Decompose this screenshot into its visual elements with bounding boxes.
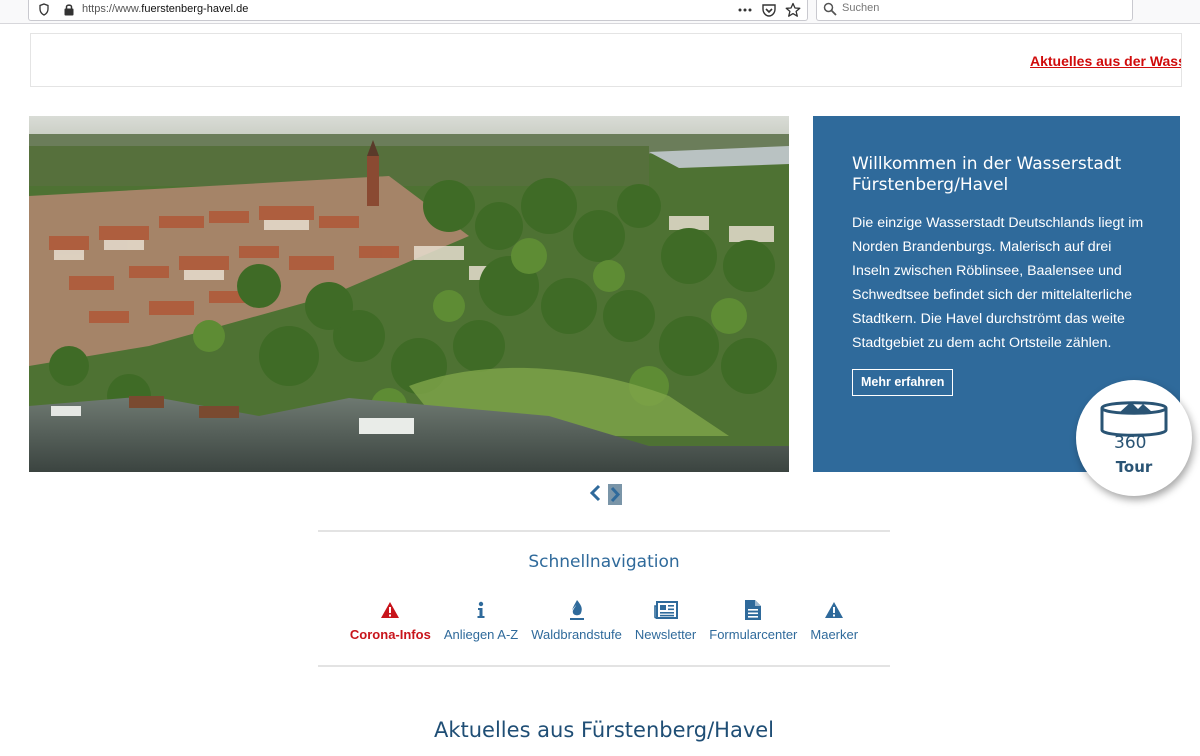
news-ticker: Aktuelles aus der Wasse — [30, 33, 1182, 87]
welcome-title: Willkommen in der Wasserstadt Fürstenber… — [852, 154, 1122, 195]
quicknav: Corona-Infos Anliegen A-Z Waldbrandstufe… — [318, 598, 890, 642]
address-bar[interactable]: https://www.fuerstenberg-havel.de — [28, 0, 808, 21]
quicknav-label: Anliegen A-Z — [443, 627, 519, 642]
url-prefix: https://www. — [82, 3, 142, 15]
ticker-link[interactable]: Aktuelles aus der Wasse — [1030, 53, 1181, 69]
slider-next-button[interactable] — [608, 484, 622, 505]
quicknav-label: Formularcenter — [709, 627, 798, 642]
chevron-right-icon — [610, 486, 621, 503]
divider-top — [318, 530, 890, 532]
browser-toolbar: https://www.fuerstenberg-havel.de — [0, 0, 1200, 24]
url-actions — [737, 1, 801, 19]
quicknav-title: Schnellnavigation — [528, 552, 680, 572]
quicknav-label: Newsletter — [634, 627, 697, 642]
quicknav-item-newsletter[interactable]: Newsletter — [635, 598, 696, 642]
shield-icon[interactable] — [39, 3, 49, 16]
quicknav-label: Corona-Infos — [349, 627, 431, 642]
info-icon — [477, 601, 485, 618]
more-info-button[interactable]: Mehr erfahren — [852, 369, 954, 396]
warning-icon — [381, 602, 400, 618]
quicknav-label: Waldbrandstufe — [531, 627, 622, 642]
tour-label: Tour — [1115, 458, 1153, 476]
newspaper-icon — [653, 601, 678, 619]
pocket-icon[interactable] — [761, 2, 777, 18]
quicknav-item-corona[interactable]: Corona-Infos — [350, 598, 431, 642]
bookmark-star-icon[interactable] — [785, 2, 801, 18]
quicknav-item-maerker[interactable]: Maerker — [810, 598, 858, 642]
quicknav-item-anliegen[interactable]: Anliegen A-Z — [444, 598, 518, 642]
document-icon — [745, 600, 762, 620]
welcome-text: Die einzige Wasserstadt Deutschlands lie… — [852, 215, 1144, 351]
quicknav-item-formularcenter[interactable]: Formularcenter — [709, 598, 797, 642]
search-icon — [823, 2, 837, 16]
lock-icon[interactable] — [63, 3, 75, 16]
quicknav-item-waldbrand[interactable]: Waldbrandstufe — [531, 598, 622, 642]
url-domain: fuerstenberg-havel.de — [141, 3, 249, 15]
quicknav-label: Maerker — [810, 627, 859, 642]
divider-bottom — [318, 665, 890, 667]
tour-360-button[interactable]: 360 Tour — [1076, 380, 1192, 496]
tour-number: 360 — [1114, 433, 1147, 453]
chevron-left-icon[interactable] — [588, 484, 602, 502]
news-heading: Aktuelles aus Fürstenberg/Havel — [433, 718, 775, 742]
browser-search-box[interactable] — [816, 0, 1133, 21]
search-input[interactable] — [842, 2, 1122, 14]
warning-icon — [825, 602, 844, 618]
hero-image — [29, 116, 789, 472]
url-text: https://www.fuerstenberg-havel.de — [82, 3, 248, 15]
more-actions-icon[interactable] — [737, 2, 753, 18]
fire-icon — [569, 600, 584, 620]
